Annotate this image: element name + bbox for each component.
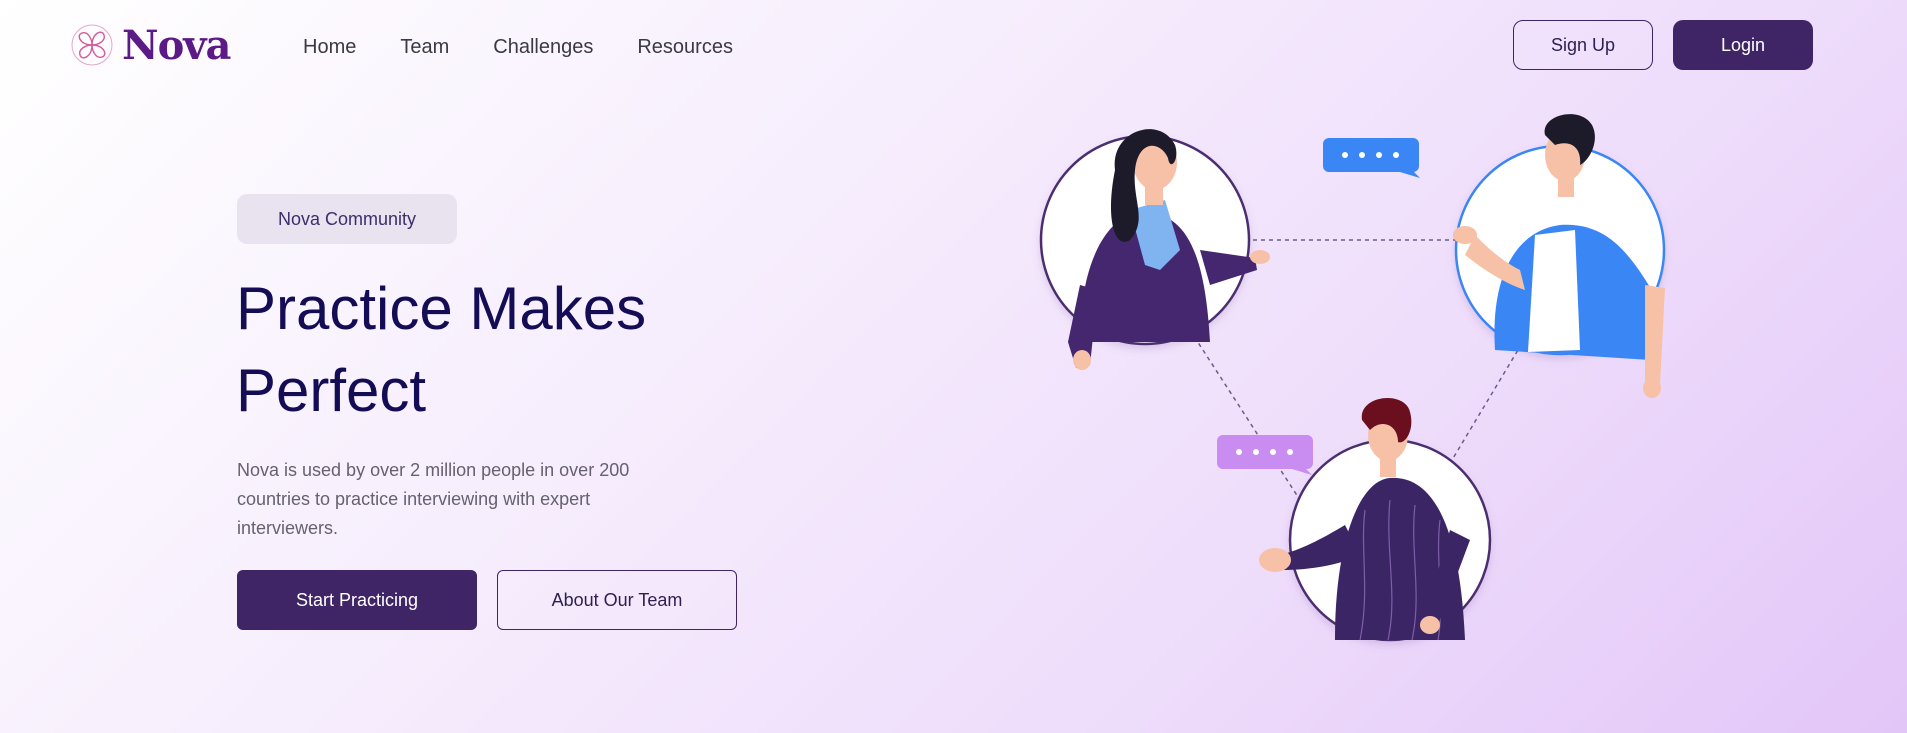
nav-resources[interactable]: Resources xyxy=(637,36,733,59)
community-badge: Nova Community xyxy=(237,194,457,244)
nav-team[interactable]: Team xyxy=(400,36,449,59)
sign-up-button[interactable]: Sign Up xyxy=(1513,20,1653,70)
person-avatar xyxy=(1259,398,1492,642)
hero-description: Nova is used by over 2 million people in… xyxy=(237,460,630,538)
hero-title: Practice Makes Perfect xyxy=(236,275,647,424)
nav-challenges[interactable]: Challenges xyxy=(493,36,593,59)
main-menu: Home Team Challenges Resources xyxy=(303,36,733,59)
brand-name: Nova xyxy=(122,21,231,69)
start-practicing-button[interactable]: Start Practicing xyxy=(237,570,477,630)
nav-home[interactable]: Home xyxy=(303,36,356,59)
login-button[interactable]: Login xyxy=(1673,20,1813,70)
top-navigation: Nova Home Team Challenges Resources Sign… xyxy=(0,0,1907,92)
man-avatar xyxy=(1453,114,1666,398)
about-team-button[interactable]: About Our Team xyxy=(497,570,737,630)
community-network-illustration xyxy=(1039,114,1666,642)
flower-logo-icon xyxy=(71,24,113,66)
chat-bubble-violet-icon xyxy=(1217,435,1313,475)
chat-bubble-blue-icon xyxy=(1323,138,1420,178)
brand-logo[interactable]: Nova xyxy=(68,20,231,70)
woman-avatar xyxy=(1039,129,1270,370)
